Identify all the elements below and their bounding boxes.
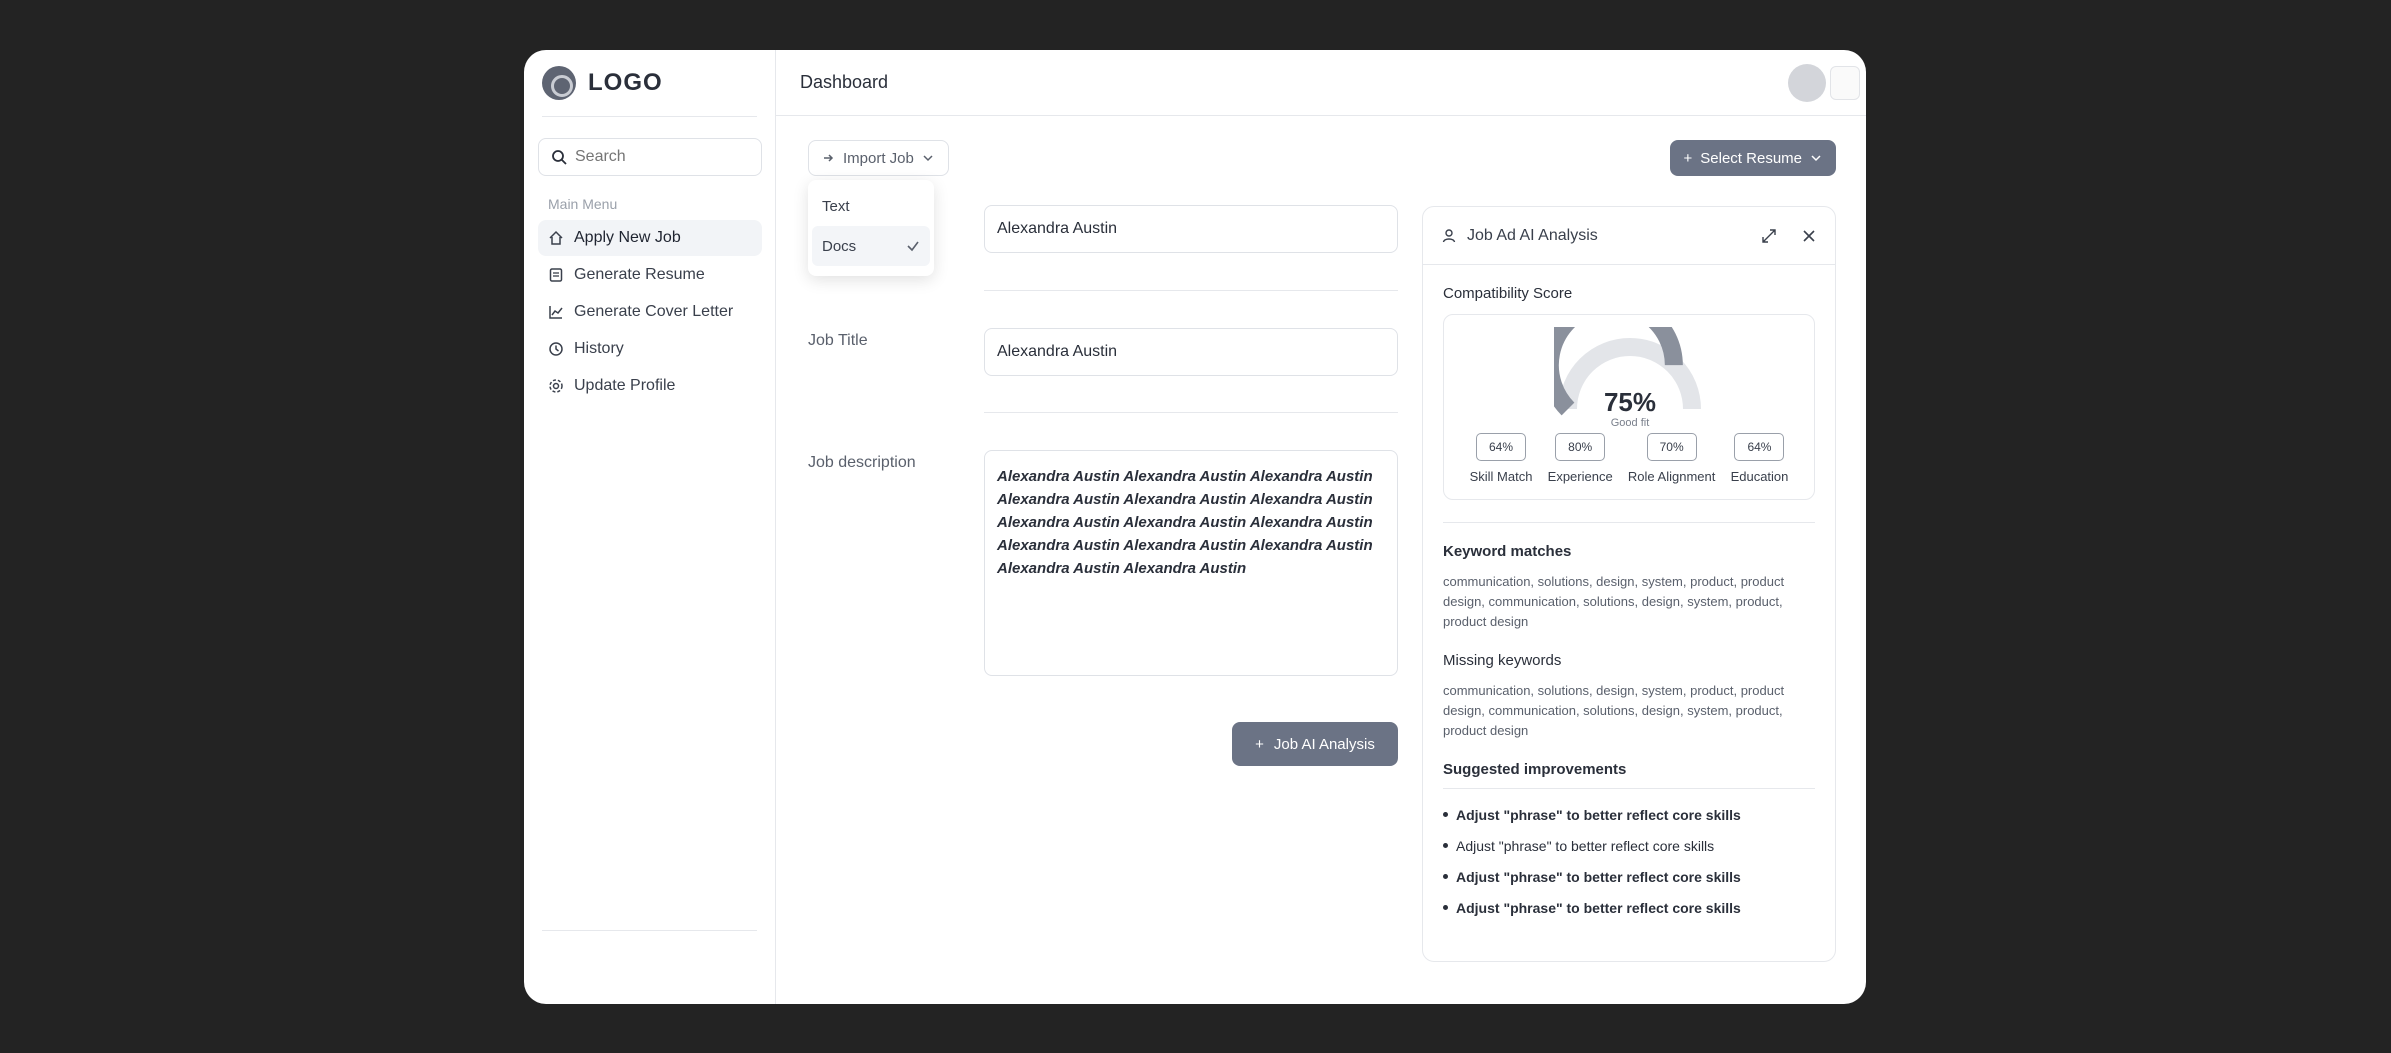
panel-divider [1443,788,1815,789]
chevron-down-icon [923,155,933,162]
history-icon [548,341,564,357]
bullet-icon [1443,812,1448,817]
sidebar-bottom-divider [542,930,757,931]
dropdown-option-docs[interactable]: Docs [812,226,930,266]
panel-title: Job Ad AI Analysis [1467,226,1598,244]
bullet-icon [1443,843,1448,848]
metric-experience: 80% Experience [1548,433,1613,484]
home-icon [548,230,564,246]
search-input[interactable] [575,148,745,166]
keyword-matches-text: communication, solutions, design, system… [1443,574,1785,629]
score-caption: Good fit [1610,417,1650,429]
sidebar-item-label: Generate Resume [574,266,705,283]
plus-icon: + [1683,149,1693,167]
metric-name: Education [1730,469,1789,484]
job-title-field[interactable]: Alexandra Austin [984,328,1398,376]
dropdown-option-label: Text [822,197,850,215]
avatar[interactable] [1788,64,1826,102]
job-ai-analysis-button[interactable]: + Job AI Analysis [1232,722,1398,766]
user-icon [1442,228,1456,242]
sidebar-item-update-profile[interactable]: Update Profile [538,368,762,404]
missing-keywords-text: communication, solutions, design, system… [1443,683,1785,738]
suggestion-text: Adjust "phrase" to better reflect core s… [1456,868,1741,885]
score-value: 75% [1603,387,1657,417]
metric-role-alignment: 70% Role Alignment [1628,433,1715,484]
close-icon[interactable] [1801,228,1817,244]
select-resume-label: Select Resume [1700,149,1802,167]
page-title: Dashboard [800,72,889,92]
sidebar: LOGO Main Menu Apply New Job Generate Re… [524,50,776,1004]
import-dropdown: Text Docs [808,180,934,276]
menu-title: Main Menu [548,196,618,212]
metric-value: 80% [1555,433,1606,461]
sidebar-item-label: Generate Cover Letter [574,303,734,320]
list-item: Adjust "phrase" to better reflect core s… [1443,830,1815,861]
panel-divider [1443,522,1815,523]
app-window: LOGO Main Menu Apply New Job Generate Re… [524,50,1866,1004]
dropdown-option-text[interactable]: Text [812,186,930,226]
logo[interactable]: LOGO [542,66,663,100]
sidebar-nav: Apply New Job Generate Resume Generate C… [538,220,762,405]
list-item: Adjust "phrase" to better reflect core s… [1443,892,1815,923]
settings-icon [548,378,564,394]
compatibility-score-card: 75% Good fit 64% Skill Match 80% Experie… [1443,294,1815,500]
topbar: Dashboard [776,50,1866,116]
suggestion-text: Adjust "phrase" to better reflect core s… [1456,899,1741,916]
sidebar-item-history[interactable]: History [538,331,762,367]
list-item: Adjust "phrase" to better reflect core s… [1443,799,1815,830]
select-resume-button[interactable]: + Select Resume [1669,140,1836,176]
keyword-matches-title: Keyword matches [1443,543,1572,560]
suggestion-text: Adjust "phrase" to better reflect core s… [1456,837,1715,854]
chevron-down-icon [1811,155,1821,162]
menu-toggle-button[interactable] [1830,66,1860,100]
list-item: Adjust "phrase" to better reflect core s… [1443,861,1815,892]
sidebar-item-generate-cover-letter[interactable]: Generate Cover Letter [538,294,762,330]
suggestion-text: Adjust "phrase" to better reflect core s… [1456,806,1741,823]
sidebar-item-generate-resume[interactable]: Generate Resume [538,257,762,293]
document-icon [548,267,564,283]
metrics-row: 64% Skill Match 80% Experience 70% Role … [1444,433,1814,484]
job-description-label: Job description [808,454,916,471]
dropdown-option-label: Docs [822,237,857,255]
suggestions-list: Adjust "phrase" to better reflect core s… [1443,799,1815,923]
import-icon [824,154,834,162]
search-box[interactable] [538,138,762,176]
sidebar-divider [542,116,757,117]
suggested-improvements-title: Suggested improvements [1443,761,1627,778]
form-divider [984,290,1398,291]
check-icon [907,241,919,252]
bullet-icon [1443,905,1448,910]
sidebar-item-label: History [574,340,624,357]
search-icon [552,150,567,165]
compatibility-title: Compatibility Score [1443,285,1573,302]
job-title-label: Job Title [808,332,868,349]
logo-icon [542,66,576,100]
form-divider [984,412,1398,413]
score-gauge: 75% Good fit [1540,294,1706,437]
company-field[interactable]: Alexandra Austin [984,205,1398,253]
missing-keywords-title: Missing keywords [1443,652,1562,669]
logo-text: LOGO [588,69,663,96]
panel-header: Job Ad AI Analysis [1423,207,1835,265]
chart-icon [548,304,564,320]
metric-name: Skill Match [1469,469,1533,484]
job-description-field[interactable]: Alexandra Austin Alexandra Austin Alexan… [984,450,1398,676]
expand-icon[interactable] [1761,228,1777,244]
job-ai-analysis-label: Job AI Analysis [1273,735,1375,753]
sidebar-item-label: Update Profile [574,377,676,394]
import-job-label: Import Job [843,149,914,167]
metric-name: Role Alignment [1627,469,1716,484]
import-job-button[interactable]: Import Job [808,140,949,176]
metric-education: 64% Education [1730,433,1789,484]
plus-icon: + [1255,735,1264,753]
sidebar-item-label: Apply New Job [574,229,681,246]
metric-skill-match: 64% Skill Match [1469,433,1533,484]
metric-name: Experience [1547,469,1613,484]
metric-value: 64% [1476,433,1527,461]
analysis-panel: Job Ad AI Analysis Compatibility Score 7… [1422,206,1836,962]
metric-value: 70% [1646,433,1697,461]
bullet-icon [1443,874,1448,879]
sidebar-item-apply-new-job[interactable]: Apply New Job [538,220,762,256]
metric-value: 64% [1734,433,1785,461]
